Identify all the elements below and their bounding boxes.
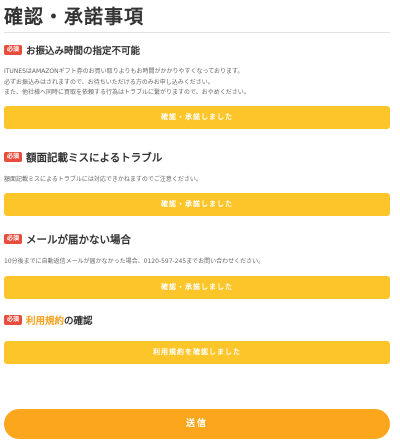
section-header: 必須 利用規約の確認 [4, 313, 390, 327]
section-title: 額面記載ミスによるトラブル [26, 151, 163, 164]
description-line: また、他社様へ同時に買取を依頼する行為はトラブルに繋がりますので、おやめください… [4, 89, 250, 96]
description-line: 必ずお振込みはされますので、お待ちいただける方のみお申し込みください。 [4, 78, 214, 86]
required-badge: 必須 [4, 45, 23, 55]
confirm-terms-button[interactable]: 利用規約を確認しました [4, 341, 390, 364]
page-title: 確認・承諾事項 [4, 6, 145, 28]
confirm-button-transfer-time[interactable]: 確認・承諾しました [4, 105, 390, 129]
section-header: 必須 お振込み時間の指定不可能 [4, 43, 390, 57]
confirm-button-email[interactable]: 確認・承諾しました [4, 275, 390, 299]
required-badge: 必須 [4, 315, 23, 325]
description-line: ITUNESはAMAZONギフト券のお買い取りよりもお時間がかかりやすくなってお… [4, 68, 244, 75]
description-line: 額面記載ミスによるトラブルには対応できかねますのでご注意ください。 [4, 176, 202, 183]
submit-button[interactable]: 送信 [4, 409, 390, 439]
required-badge: 必須 [4, 234, 23, 244]
section-description: 額面記載ミスによるトラブルには対応できかねますのでご注意ください。 [4, 175, 390, 186]
section-terms: 必須 利用規約の確認 利用規約を確認しました [4, 313, 390, 364]
required-badge: 必須 [4, 152, 23, 162]
description-line: 10分後までに自動返信メールが届かなかった場合、0120-597-245までお問… [4, 258, 265, 265]
confirmation-page: 確認・承諾事項 必須 お振込み時間の指定不可能 ITUNESはAMAZONギフト… [0, 0, 400, 446]
section-title: お振込み時間の指定不可能 [26, 46, 141, 57]
section-title: メールが届かない場合 [26, 233, 132, 246]
section-title: 利用規約の確認 [26, 313, 93, 327]
section-amount-mistake: 必須 額面記載ミスによるトラブル 額面記載ミスによるトラブルには対応できかねます… [4, 150, 390, 216]
section-transfer-time: 必須 お振込み時間の指定不可能 ITUNESはAMAZONギフト券のお買い取りよ… [4, 43, 390, 129]
section-email-not-received: 必須 メールが届かない場合 10分後までに自動返信メールが届かなかった場合、01… [4, 232, 390, 299]
section-header: 必須 額面記載ミスによるトラブル [4, 150, 390, 164]
section-description: 10分後までに自動返信メールが届かなかった場合、0120-597-245までお問… [4, 257, 390, 268]
title-divider [4, 32, 390, 33]
section-title-suffix: の確認 [64, 316, 93, 327]
confirm-button-amount-mistake[interactable]: 確認・承諾しました [4, 192, 390, 216]
section-description: ITUNESはAMAZONギフト券のお買い取りよりもお時間がかかりやすくなってお… [4, 67, 390, 99]
section-header: 必須 メールが届かない場合 [4, 232, 390, 246]
terms-link[interactable]: 利用規約 [26, 316, 64, 327]
